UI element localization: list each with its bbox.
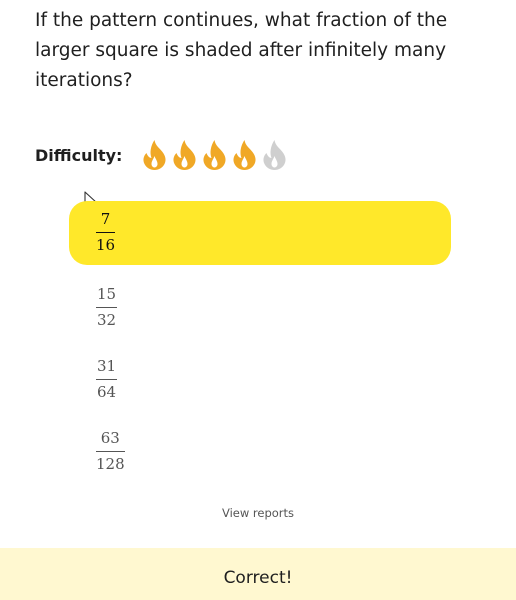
fraction-numerator: 31 bbox=[97, 357, 117, 375]
fraction-bar bbox=[96, 232, 116, 233]
fraction-bar bbox=[96, 451, 125, 452]
fraction-numerator: 7 bbox=[100, 210, 111, 228]
fraction-denominator: 128 bbox=[96, 455, 125, 473]
flame-icon bbox=[233, 140, 256, 170]
flame-icon bbox=[143, 140, 166, 170]
fraction-denominator: 32 bbox=[97, 311, 117, 329]
fraction-bar bbox=[96, 307, 118, 308]
flame-icon bbox=[263, 140, 286, 170]
result-banner: Correct! bbox=[0, 548, 516, 600]
difficulty-row: Difficulty: bbox=[35, 138, 289, 172]
fraction: 15 32 bbox=[96, 285, 118, 329]
difficulty-rating bbox=[140, 139, 289, 171]
answer-option[interactable]: 7 16 bbox=[69, 201, 451, 265]
fraction: 31 64 bbox=[96, 357, 118, 401]
fraction-denominator: 16 bbox=[96, 236, 116, 254]
fraction-numerator: 15 bbox=[97, 285, 117, 303]
fraction: 63 128 bbox=[96, 429, 125, 473]
fraction: 7 16 bbox=[96, 210, 116, 254]
flame-icon bbox=[203, 140, 226, 170]
fraction-denominator: 64 bbox=[97, 383, 117, 401]
difficulty-label: Difficulty: bbox=[35, 145, 123, 165]
flame-icon bbox=[173, 140, 196, 170]
view-reports-link[interactable]: View reports bbox=[0, 506, 516, 520]
answer-option[interactable]: 31 64 bbox=[69, 348, 451, 412]
question-text: If the pattern continues, what fraction … bbox=[35, 10, 448, 91]
fraction-numerator: 63 bbox=[100, 429, 120, 447]
result-text: Correct! bbox=[223, 568, 293, 588]
fraction-bar bbox=[96, 379, 118, 380]
answer-option[interactable]: 15 32 bbox=[69, 276, 451, 340]
answer-option[interactable]: 63 128 bbox=[69, 420, 451, 484]
